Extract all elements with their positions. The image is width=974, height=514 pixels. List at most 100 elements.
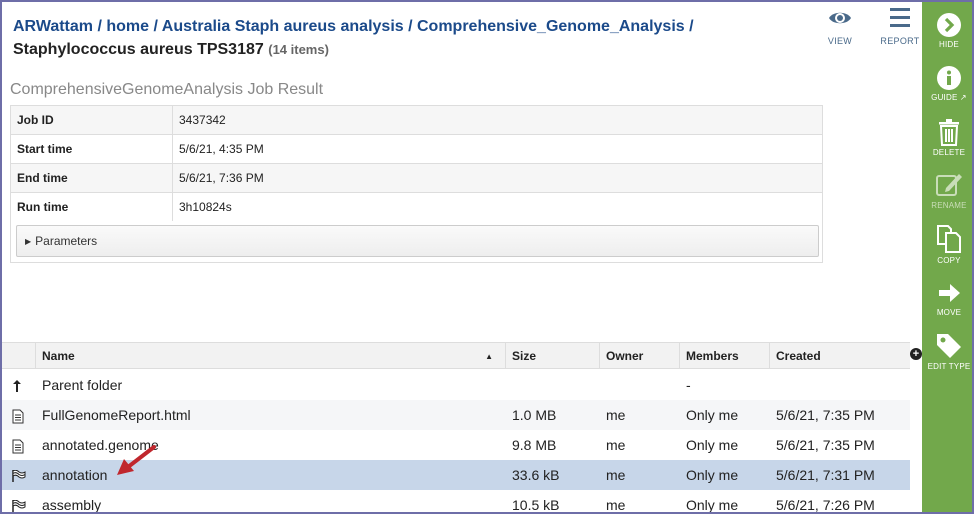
parameters-toggle[interactable]: ▶ Parameters (16, 225, 819, 257)
document-icon (2, 430, 36, 460)
members-column-header[interactable]: Members (680, 343, 770, 368)
file-created: 5/6/21, 7:31 PM (776, 467, 875, 483)
job-info-row: End time 5/6/21, 7:36 PM (10, 163, 823, 193)
file-size: 9.8 MB (512, 437, 557, 453)
parameters-label: Parameters (35, 234, 98, 248)
file-grid-body: Parent folder - FullGenomeReport.html 1.… (2, 370, 910, 513)
report-button[interactable]: REPORT (870, 6, 930, 46)
edit-icon (936, 174, 962, 196)
file-owner: me (606, 467, 626, 483)
hide-button[interactable]: HIDE (922, 12, 972, 49)
file-created: 5/6/21, 7:35 PM (776, 437, 875, 453)
info-icon (937, 66, 961, 90)
breadcrumb-folder-cga[interactable]: Comprehensive_Genome_Analysis (417, 18, 685, 35)
breadcrumb-home[interactable]: home (106, 18, 149, 35)
job-flag-icon (2, 490, 36, 512)
guide-button[interactable]: GUIDE ↗ (922, 65, 972, 102)
view-label: VIEW (827, 36, 853, 46)
file-size: 10.5 kB (512, 497, 560, 513)
file-members: Only me (686, 437, 739, 453)
edit-type-label: EDIT TYPE (927, 362, 971, 371)
file-name: FullGenomeReport.html (42, 407, 191, 423)
job-flag-icon (2, 460, 36, 490)
size-column-header[interactable]: Size (506, 343, 600, 368)
tag-icon (937, 334, 961, 358)
file-name: annotated.genome (42, 437, 159, 453)
file-members: - (686, 377, 691, 393)
delete-label: DELETE (932, 148, 966, 157)
move-label: MOVE (936, 308, 962, 317)
created-column-header[interactable]: Created (770, 343, 910, 368)
file-name: annotation (42, 467, 108, 483)
file-size: 33.6 kB (512, 467, 560, 483)
file-members: Only me (686, 467, 739, 483)
file-grid-header: Name ▲ Size Owner Members Created (2, 342, 910, 369)
breadcrumb-separator: / (684, 18, 694, 35)
end-time-key: End time (10, 163, 173, 193)
run-time-value: 3h10824s (172, 192, 823, 222)
guide-label: GUIDE (931, 93, 958, 102)
breadcrumb-user[interactable]: ARWattam (13, 18, 93, 35)
file-owner: me (606, 497, 626, 513)
copy-icon (937, 225, 961, 253)
run-time-key: Run time (10, 192, 173, 222)
arrow-right-icon (939, 284, 960, 302)
file-size: 1.0 MB (512, 407, 557, 423)
caret-right-icon: ▶ (25, 237, 32, 246)
edit-type-button[interactable]: EDIT TYPE (922, 332, 972, 371)
chevron-right-circle-icon (937, 13, 961, 37)
job-id-key: Job ID (10, 105, 173, 135)
item-count: (14 items) (268, 42, 329, 57)
sort-ascending-icon: ▲ (485, 352, 493, 361)
workspace-window: ARWattam / home / Australia Staph aureus… (0, 0, 974, 514)
name-header-label: Name (42, 349, 75, 363)
move-button[interactable]: MOVE (922, 280, 972, 317)
file-created: 5/6/21, 7:26 PM (776, 497, 875, 513)
parameters-container: ▶ Parameters (10, 221, 823, 263)
eye-icon (829, 12, 851, 24)
file-owner: me (606, 407, 626, 423)
file-name: Parent folder (42, 377, 123, 393)
file-created: 5/6/21, 7:35 PM (776, 407, 875, 423)
document-icon (2, 400, 36, 430)
file-row[interactable]: FullGenomeReport.html 1.0 MB me Only me … (2, 400, 910, 430)
start-time-key: Start time (10, 134, 173, 164)
breadcrumb-folder-analysis[interactable]: Australia Staph aureus analysis (162, 18, 404, 35)
copy-button[interactable]: COPY (922, 224, 972, 265)
view-button[interactable]: VIEW (810, 6, 870, 46)
report-label: REPORT (880, 36, 920, 46)
add-column-icon[interactable]: + (910, 348, 922, 360)
job-info-row: Start time 5/6/21, 4:35 PM (10, 134, 823, 164)
breadcrumb-current: Staphylococcus aureus TPS3187 (13, 41, 264, 58)
external-link-icon: ↗ (957, 93, 967, 102)
owner-column-header[interactable]: Owner (600, 343, 680, 368)
rename-label: RENAME (931, 201, 967, 210)
job-id-value: 3437342 (172, 105, 823, 135)
file-owner (600, 370, 680, 400)
icon-column-header (2, 343, 36, 368)
job-info-row: Run time 3h10824s (10, 192, 823, 222)
parent-folder-row[interactable]: Parent folder - (2, 370, 910, 400)
rename-button[interactable]: RENAME (922, 171, 972, 210)
breadcrumb-separator: / (149, 18, 162, 35)
file-row[interactable]: assembly 10.5 kB me Only me 5/6/21, 7:26… (2, 490, 910, 513)
breadcrumb-separator: / (93, 18, 107, 35)
breadcrumb-separator: / (403, 18, 417, 35)
job-info-table: Job ID 3437342 Start time 5/6/21, 4:35 P… (10, 105, 823, 222)
file-created (770, 370, 910, 400)
annotation-arrow-icon (117, 445, 156, 475)
file-owner: me (606, 437, 626, 453)
end-time-value: 5/6/21, 7:36 PM (172, 163, 823, 193)
delete-button[interactable]: DELETE (922, 118, 972, 157)
top-actions: VIEW REPORT (810, 6, 930, 46)
breadcrumb: ARWattam / home / Australia Staph aureus… (13, 15, 803, 61)
menu-icon (890, 8, 910, 27)
trash-icon (939, 119, 959, 146)
hide-label: HIDE (939, 40, 959, 49)
name-column-header[interactable]: Name ▲ (36, 343, 506, 368)
job-result-title: ComprehensiveGenomeAnalysis Job Result (10, 81, 324, 98)
file-members: Only me (686, 497, 739, 513)
start-time-value: 5/6/21, 4:35 PM (172, 134, 823, 164)
file-name: assembly (42, 497, 102, 513)
file-size (506, 370, 600, 400)
